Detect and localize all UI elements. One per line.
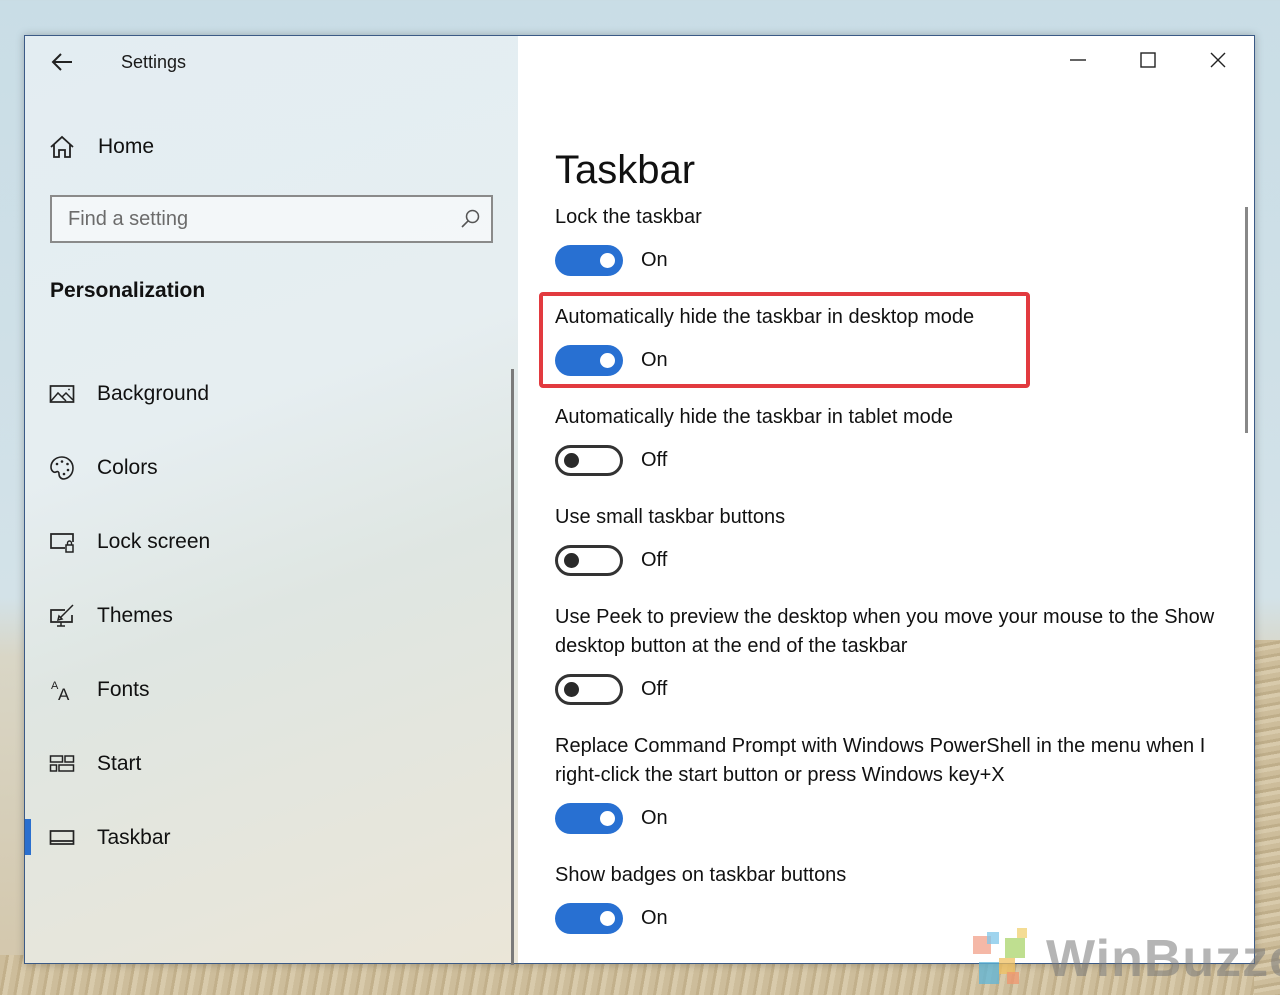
svg-text:A: A bbox=[58, 685, 70, 703]
toggle-state-label: On bbox=[641, 349, 668, 371]
main-scrollbar[interactable] bbox=[1245, 207, 1248, 433]
setting-label: Use small taskbar buttons bbox=[555, 506, 786, 528]
setting-lock-taskbar: Lock the taskbar On bbox=[555, 203, 702, 276]
setting-autohide-tablet: Automatically hide the taskbar in tablet… bbox=[555, 403, 953, 476]
search-box[interactable] bbox=[50, 195, 493, 243]
toggle-autohide-desktop[interactable]: On bbox=[555, 345, 974, 376]
sidebar-item-lock-screen[interactable]: Lock screen bbox=[25, 505, 495, 579]
close-button[interactable] bbox=[1193, 44, 1243, 76]
toggle-lock-taskbar[interactable]: On bbox=[555, 245, 702, 276]
setting-label: Use Peek to preview the desktop when you… bbox=[555, 606, 1215, 657]
toggle-switch[interactable] bbox=[555, 803, 623, 834]
toggle-autohide-tablet[interactable]: Off bbox=[555, 445, 953, 476]
sidebar-item-label: Colors bbox=[97, 456, 158, 479]
toggle-switch[interactable] bbox=[555, 445, 623, 476]
close-icon bbox=[1210, 52, 1226, 68]
minimize-icon bbox=[1070, 59, 1086, 61]
toggle-state-label: Off bbox=[641, 678, 668, 700]
sidebar-item-background[interactable]: Background bbox=[25, 357, 495, 431]
toggle-knob bbox=[600, 811, 615, 826]
setting-label: Automatically hide the taskbar in tablet… bbox=[555, 406, 953, 428]
toggle-state-label: Off bbox=[641, 449, 668, 471]
toggle-knob bbox=[600, 253, 615, 268]
toggle-knob bbox=[564, 682, 579, 697]
toggle-state-label: Off bbox=[641, 549, 668, 571]
sidebar-nav: Background Colors Lock screen Themes A A… bbox=[25, 357, 495, 875]
back-button[interactable] bbox=[45, 50, 79, 74]
app-title: Settings bbox=[121, 52, 187, 72]
sidebar-item-taskbar[interactable]: Taskbar bbox=[25, 801, 495, 875]
lock-screen-icon bbox=[50, 533, 74, 553]
toggle-switch[interactable] bbox=[555, 674, 623, 705]
sidebar-item-label: Taskbar bbox=[97, 826, 171, 849]
selection-indicator bbox=[25, 819, 31, 855]
sidebar-item-label: Start bbox=[97, 752, 142, 775]
toggle-peek[interactable]: Off bbox=[555, 674, 1215, 705]
main-content: Taskbar Lock the taskbar On Automaticall… bbox=[518, 36, 1254, 963]
fonts-icon: A A bbox=[51, 680, 70, 703]
sidebar: Settings Home Personalization Bac bbox=[25, 36, 518, 965]
toggle-state-label: On bbox=[641, 807, 668, 829]
page-title: Taskbar bbox=[555, 147, 696, 192]
home-icon bbox=[50, 135, 74, 158]
sidebar-item-label: Background bbox=[97, 382, 210, 405]
desktop-wallpaper-edge bbox=[1254, 640, 1280, 995]
toggle-small-buttons[interactable]: Off bbox=[555, 545, 785, 576]
toggle-switch[interactable] bbox=[555, 903, 623, 934]
toggle-state-label: On bbox=[641, 907, 668, 929]
sidebar-item-colors[interactable]: Colors bbox=[25, 431, 495, 505]
setting-badges: Show badges on taskbar buttons On bbox=[555, 861, 846, 934]
sidebar-item-label: Fonts bbox=[97, 678, 150, 701]
section-title: Personalization bbox=[50, 279, 206, 302]
search-input[interactable] bbox=[52, 196, 459, 242]
toggle-knob bbox=[564, 553, 579, 568]
setting-small-buttons: Use small taskbar buttons Off bbox=[555, 503, 785, 576]
minimize-button[interactable] bbox=[1053, 44, 1103, 76]
setting-autohide-desktop: Automatically hide the taskbar in deskto… bbox=[555, 303, 974, 376]
toggle-knob bbox=[600, 353, 615, 368]
sidebar-item-start[interactable]: Start bbox=[25, 727, 495, 801]
setting-label: Show badges on taskbar buttons bbox=[555, 864, 847, 886]
search-icon[interactable] bbox=[459, 208, 481, 230]
settings-window: Settings Home Personalization Bac bbox=[24, 35, 1255, 965]
toggle-switch[interactable] bbox=[555, 545, 623, 576]
toggle-knob bbox=[564, 453, 579, 468]
sidebar-item-home[interactable]: Home bbox=[49, 132, 154, 162]
toggle-state-label: On bbox=[641, 249, 668, 271]
setting-peek: Use Peek to preview the desktop when you… bbox=[555, 603, 1215, 705]
setting-powershell: Replace Command Prompt with Windows Powe… bbox=[555, 732, 1215, 834]
sidebar-scrollbar[interactable] bbox=[511, 369, 514, 965]
themes-brush-icon bbox=[50, 604, 74, 627]
taskbar-icon bbox=[49, 830, 75, 845]
setting-label: Automatically hide the taskbar in deskto… bbox=[555, 306, 975, 328]
palette-icon bbox=[50, 456, 74, 480]
image-icon bbox=[49, 385, 75, 403]
toggle-knob bbox=[600, 911, 615, 926]
setting-label: Lock the taskbar bbox=[555, 206, 702, 228]
toggle-switch[interactable] bbox=[555, 345, 623, 376]
home-label: Home bbox=[98, 135, 155, 158]
toggle-switch[interactable] bbox=[555, 245, 623, 276]
arrow-left-icon bbox=[51, 53, 72, 71]
sidebar-item-fonts[interactable]: A A Fonts bbox=[25, 653, 495, 727]
sidebar-item-label: Lock screen bbox=[97, 530, 211, 553]
sidebar-item-themes[interactable]: Themes bbox=[25, 579, 495, 653]
toggle-powershell[interactable]: On bbox=[555, 803, 1215, 834]
toggle-badges[interactable]: On bbox=[555, 903, 846, 934]
start-tiles-icon bbox=[49, 755, 75, 772]
maximize-button[interactable] bbox=[1123, 44, 1173, 76]
maximize-icon bbox=[1140, 52, 1156, 68]
sidebar-item-label: Themes bbox=[97, 604, 173, 627]
setting-label: Replace Command Prompt with Windows Powe… bbox=[555, 735, 1206, 786]
